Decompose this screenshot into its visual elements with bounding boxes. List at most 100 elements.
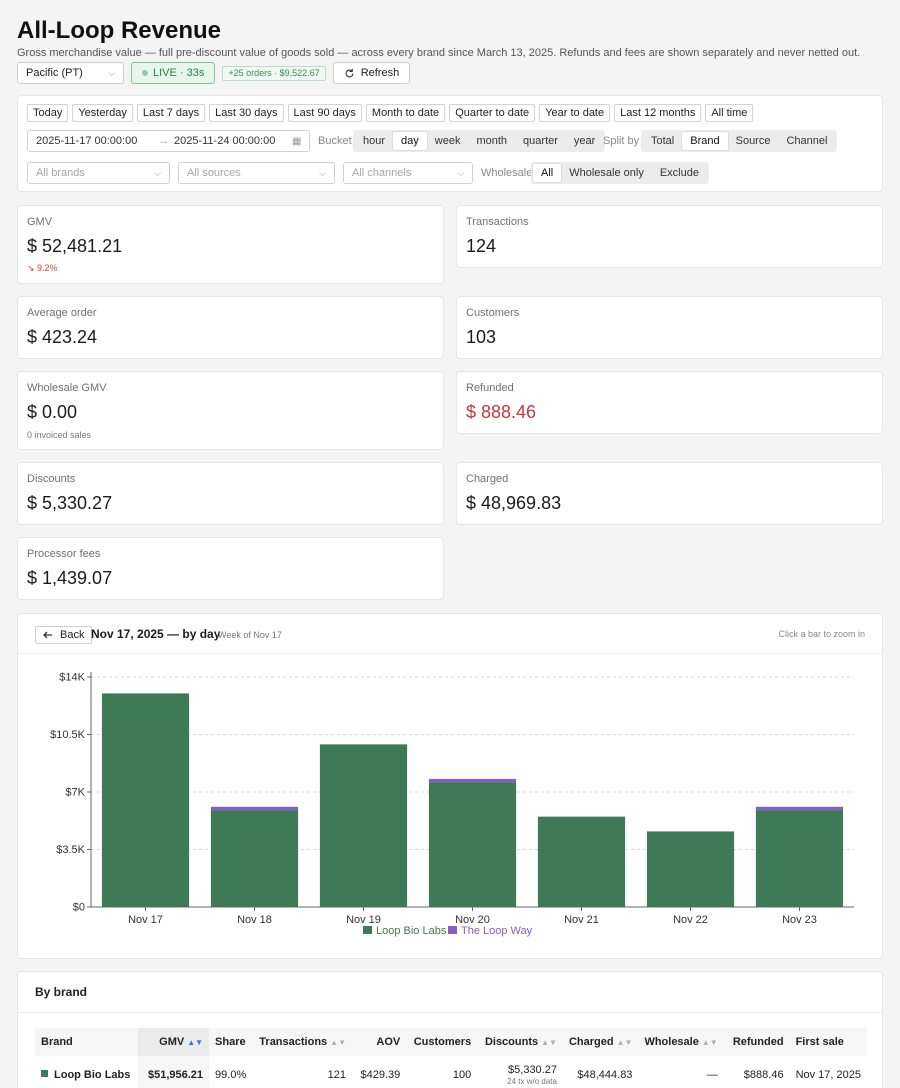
split-source-option[interactable]: Source	[728, 132, 779, 150]
col-wholesale[interactable]: Wholesale ▲▼	[638, 1028, 724, 1056]
gmv-delta: ↘ 9.2%	[27, 263, 58, 273]
refresh-button[interactable]: Refresh	[332, 62, 411, 84]
x-tick-label: Nov 17	[128, 914, 163, 926]
calendar-icon[interactable]: ▦	[292, 136, 301, 147]
range-last-7-days-button[interactable]: Last 7 days	[136, 104, 206, 122]
bucket-year-option[interactable]: year	[566, 132, 603, 150]
col-discounts[interactable]: Discounts ▲▼	[477, 1028, 563, 1056]
arrow-right-icon: →	[158, 135, 169, 147]
split-brand-option[interactable]: Brand	[682, 132, 728, 150]
bar-loop-bio-labs[interactable]	[101, 693, 190, 907]
col-refunded[interactable]: Refunded	[723, 1028, 790, 1056]
chevron-down-icon: ⌵	[319, 167, 326, 178]
average-order-label: Average order	[27, 307, 97, 319]
cell-aov: $429.39	[360, 1069, 401, 1081]
bar-loop-bio-labs[interactable]	[646, 831, 735, 907]
wholesale-gmv-label: Wholesale GMV	[27, 382, 107, 394]
cell-brand: Loop Bio Labs	[35, 1056, 138, 1088]
range-quarter-to-date-button[interactable]: Quarter to date	[449, 104, 536, 122]
gmv-value: $ 52,481.21	[27, 236, 123, 256]
filter-panel: Today Yesterday Last 7 days Last 30 days…	[17, 95, 883, 192]
refunded-label: Refunded	[466, 382, 514, 394]
range-last-12-months-button[interactable]: Last 12 months	[614, 104, 702, 122]
legend-swatch	[363, 926, 372, 934]
cell-gmv: $51,956.21	[137, 1056, 210, 1088]
bar-the-loop-way[interactable]	[755, 806, 844, 811]
sources-placeholder: All sources	[187, 167, 241, 179]
bucket-month-option[interactable]: month	[468, 132, 515, 150]
wholesale-only-option[interactable]: Wholesale only	[561, 164, 652, 182]
wholesale-exclude-option[interactable]: Exclude	[652, 164, 707, 182]
back-button[interactable]: Back	[35, 626, 93, 644]
col-brand[interactable]: Brand	[35, 1028, 138, 1056]
by-brand-title: By brand	[35, 985, 88, 999]
range-last-90-days-button[interactable]: Last 90 days	[287, 104, 362, 122]
transactions-label: Transactions	[466, 216, 529, 228]
bar-loop-bio-labs[interactable]	[537, 816, 626, 907]
y-tick-label: $7K	[65, 787, 85, 799]
chart-card: Back Nov 17, 2025 — by day Week of Nov 1…	[17, 613, 883, 959]
cell-wholesale: —	[706, 1069, 718, 1081]
range-today-button[interactable]: Today	[27, 104, 69, 122]
table-row[interactable]: Loop Bio Labs $51,956.21 99.0% 121 $429.…	[35, 1056, 867, 1088]
sort-icon: ▲▼	[701, 1038, 718, 1047]
cell-first-sale: Nov 17, 2025	[795, 1069, 861, 1081]
bar-loop-bio-labs[interactable]	[755, 810, 844, 907]
sort-icon: ▲▼	[541, 1038, 557, 1047]
chevron-down-icon: ⌵	[108, 67, 115, 78]
bar-the-loop-way[interactable]	[428, 778, 517, 783]
range-yesterday-button[interactable]: Yesterday	[72, 104, 133, 122]
date-from[interactable]: 2025-11-17 00:00:00	[36, 135, 158, 147]
sources-filter[interactable]: All sources ⌵	[178, 162, 335, 184]
col-share[interactable]: Share	[209, 1028, 254, 1056]
customers-card: Customers 103	[456, 296, 883, 359]
brands-filter[interactable]: All brands ⌵	[27, 162, 170, 184]
bar-loop-bio-labs[interactable]	[428, 782, 517, 907]
bar-loop-bio-labs[interactable]	[210, 810, 299, 907]
col-charged[interactable]: Charged ▲▼	[562, 1028, 639, 1056]
bar-the-loop-way[interactable]	[210, 806, 299, 811]
date-to[interactable]: 2025-11-24 00:00:00	[174, 135, 292, 147]
range-presets: Today Yesterday Last 7 days Last 30 days…	[27, 104, 754, 122]
y-tick-label: $10.5K	[50, 729, 86, 741]
transactions-card: Transactions 124	[456, 205, 883, 268]
y-tick-label: $0	[73, 902, 85, 914]
refunded-value: $ 888.46	[466, 402, 537, 422]
processor-fees-label: Processor fees	[27, 548, 101, 560]
new-orders-badge: +25 orders · $9,522.67	[222, 65, 326, 81]
chart-title: Nov 17, 2025 — by day	[91, 627, 221, 641]
live-dot-icon	[142, 70, 148, 76]
bucket-week-option[interactable]: week	[427, 132, 469, 150]
split-channel-option[interactable]: Channel	[778, 132, 835, 150]
chart-hint: Click a bar to zoom in	[778, 629, 865, 639]
range-last-30-days-button[interactable]: Last 30 days	[209, 104, 284, 122]
wholesale-gmv-value: $ 0.00	[27, 402, 78, 422]
col-first-sale[interactable]: First sale	[789, 1028, 867, 1056]
range-all-time-button[interactable]: All time	[705, 104, 754, 122]
col-aov[interactable]: AOV	[352, 1028, 407, 1056]
discounts-value: $ 5,330.27	[27, 493, 113, 513]
legend-swatch	[448, 926, 457, 934]
range-month-to-date-button[interactable]: Month to date	[365, 104, 446, 122]
cell-share: 99.0%	[215, 1069, 247, 1081]
date-range-picker[interactable]: 2025-11-17 00:00:00 → 2025-11-24 00:00:0…	[27, 130, 310, 152]
wholesale-all-option[interactable]: All	[533, 164, 562, 182]
wholesale-label: Wholesale	[481, 167, 533, 179]
chevron-down-icon: ⌵	[457, 167, 464, 178]
timezone-select[interactable]: Pacific (PT) ⌵	[17, 62, 124, 84]
timezone-value: Pacific (PT)	[26, 67, 83, 79]
refresh-label: Refresh	[360, 67, 400, 79]
bucket-day-option[interactable]: day	[393, 132, 427, 150]
live-indicator[interactable]: LIVE · 33s	[131, 62, 216, 84]
channels-filter[interactable]: All channels ⌵	[343, 162, 473, 184]
col-gmv[interactable]: GMV ▲▼	[137, 1028, 210, 1056]
split-total-option[interactable]: Total	[643, 132, 682, 150]
table-header-row: Brand GMV ▲▼ Share Transactions ▲▼ AOV Cus…	[35, 1028, 867, 1056]
bucket-selector: hour day week month quarter year	[353, 130, 606, 152]
bucket-hour-option[interactable]: hour	[355, 132, 393, 150]
col-customers[interactable]: Customers	[406, 1028, 478, 1056]
bar-loop-bio-labs[interactable]	[319, 744, 408, 907]
bucket-quarter-option[interactable]: quarter	[515, 132, 566, 150]
col-transactions[interactable]: Transactions ▲▼	[253, 1028, 352, 1056]
range-year-to-date-button[interactable]: Year to date	[539, 104, 611, 122]
